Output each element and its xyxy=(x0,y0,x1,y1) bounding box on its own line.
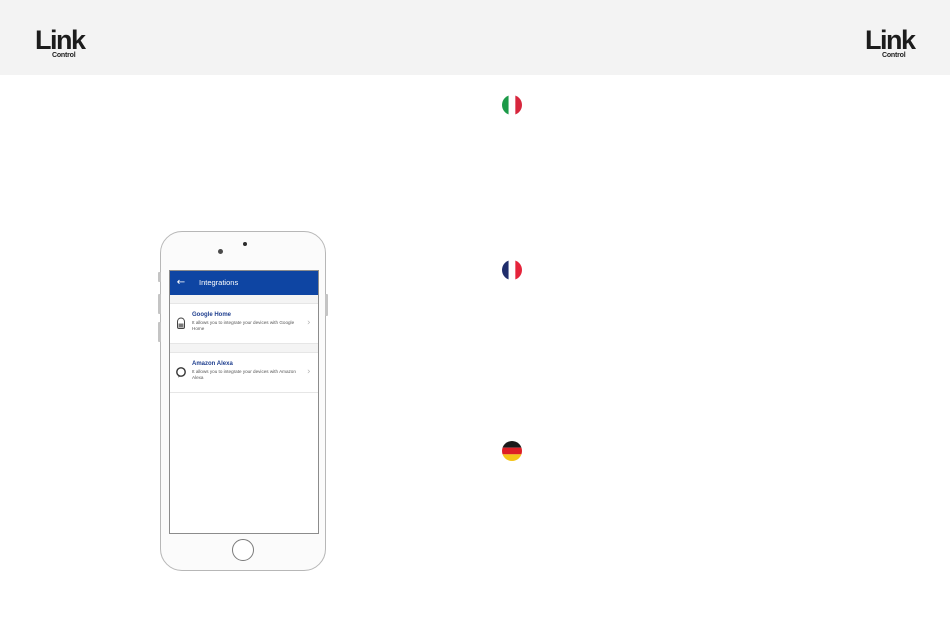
list-spacer xyxy=(170,295,318,304)
chevron-right-icon: › xyxy=(307,318,311,328)
app-bar-title: Integrations xyxy=(199,278,239,287)
list-item-google-home[interactable]: Google Home It allows you to integrate y… xyxy=(170,304,318,344)
phone-camera xyxy=(218,249,223,254)
integration-description: It allows you to integrate your devices … xyxy=(192,369,296,380)
french-flag-icon xyxy=(502,260,522,280)
link-control-logo: Link Control xyxy=(865,27,917,61)
app-bar: ← Integrations xyxy=(170,271,318,295)
logo-word: Link xyxy=(35,25,86,55)
logo-word: Link xyxy=(865,25,916,55)
phone-screen: ← Integrations Google Home It allows you… xyxy=(169,270,319,534)
phone-power-button xyxy=(325,294,328,316)
phone-side-button xyxy=(158,272,161,282)
list-spacer xyxy=(170,344,318,353)
logo-sub: Control xyxy=(882,52,906,59)
logo-sub: Control xyxy=(52,52,76,59)
google-home-icon xyxy=(177,317,185,329)
phone-speaker xyxy=(243,242,247,246)
phone-home-button xyxy=(232,539,254,561)
integration-title: Amazon Alexa xyxy=(192,361,233,367)
amazon-alexa-icon xyxy=(176,367,186,378)
arrow-left-icon[interactable]: ← xyxy=(173,274,189,292)
phone-volume-up xyxy=(158,294,161,314)
link-control-logo: Link Control xyxy=(35,27,87,61)
integration-description: It allows you to integrate your devices … xyxy=(192,320,295,331)
german-flag-icon xyxy=(502,441,522,461)
integrations-list: Google Home It allows you to integrate y… xyxy=(170,295,318,393)
italian-flag-icon xyxy=(502,95,522,115)
phone-mockup: ← Integrations Google Home It allows you… xyxy=(158,231,328,571)
list-item-amazon-alexa[interactable]: Amazon Alexa It allows you to integrate … xyxy=(170,353,318,393)
phone-volume-down xyxy=(158,322,161,342)
page-header: Link Control Link Control xyxy=(0,0,950,75)
integration-title: Google Home xyxy=(192,312,232,318)
chevron-right-icon: › xyxy=(307,367,311,377)
